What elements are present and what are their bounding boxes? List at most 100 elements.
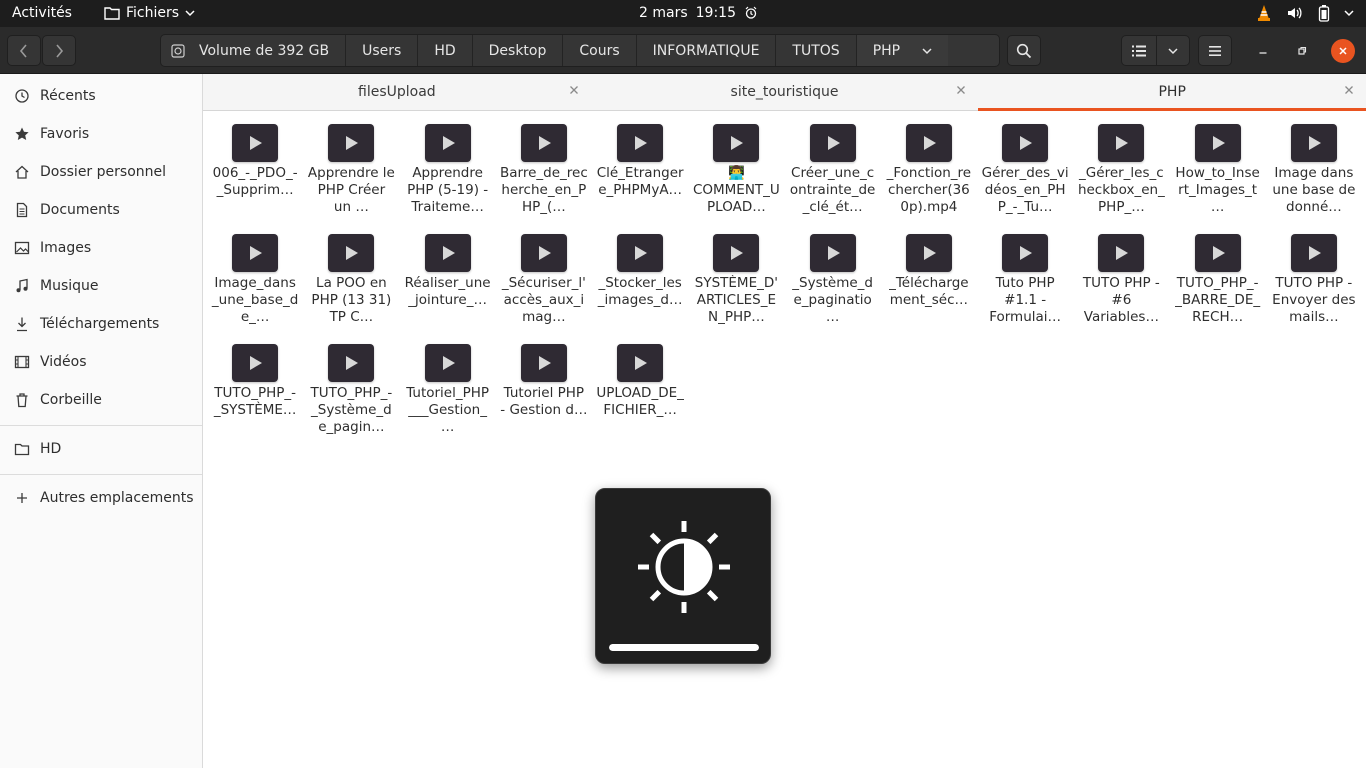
sidebar-item-label: Dossier personnel [40, 164, 167, 180]
crumb-volume[interactable]: Volume de 392 GB [161, 35, 347, 66]
search-icon [1016, 43, 1032, 58]
sidebar-item-music[interactable]: Musique [0, 267, 202, 305]
sidebar-item-downloads[interactable]: Téléchargements [0, 305, 202, 343]
crumb-users[interactable]: Users [346, 35, 419, 66]
play-icon [1212, 136, 1225, 150]
view-options-button[interactable] [1156, 35, 1190, 66]
activities-button[interactable]: Activités [12, 5, 72, 21]
path-bar[interactable]: Volume de 392 GB Users HD Desktop Cours … [160, 34, 1000, 67]
crumb-label: PHP [872, 42, 901, 59]
file-item[interactable]: Tutoriel_PHP___Gestion_… [400, 340, 496, 450]
battery-icon[interactable] [1318, 4, 1330, 22]
close-tab-icon[interactable] [1344, 83, 1354, 99]
sidebar-item-trash[interactable]: Corbeille [0, 381, 202, 419]
sidebar-item-recents[interactable]: Récents [0, 77, 202, 115]
file-item[interactable]: _Gérer_les_checkbox_en_PHP_… [1073, 120, 1169, 230]
file-item[interactable]: Barre_de_recherche_en_PHP_(… [496, 120, 592, 230]
sidebar-item-label: Corbeille [40, 392, 102, 408]
play-icon [635, 246, 648, 260]
sidebar-item-hd[interactable]: HD [0, 430, 202, 468]
file-item[interactable]: TUTO_PHP_-_SYSTÈME… [207, 340, 303, 450]
clock[interactable]: 2 mars 19:15 [639, 5, 758, 21]
tab-bar: filesUpload site_touristique PHP [203, 74, 1366, 111]
file-item[interactable]: SYSTÈME_D'ARTICLES_EN_PHP… [688, 230, 784, 340]
back-button[interactable] [7, 35, 41, 66]
file-item[interactable]: Tuto PHP #1.1 - Formulai… [977, 230, 1073, 340]
crumb-tutos[interactable]: TUTOS [776, 35, 857, 66]
file-name: La POO en PHP (13 31) TP C… [311, 275, 392, 325]
maximize-button[interactable] [1290, 39, 1314, 63]
file-item[interactable]: UPLOAD_DE_FICHIER_… [592, 340, 688, 450]
file-item[interactable]: _Télécharge ment_séc… [881, 230, 977, 340]
file-item[interactable]: 006_-_PDO_-_Supprim… [207, 120, 303, 230]
file-item[interactable]: Image_dans_une_base_de_… [207, 230, 303, 340]
file-item[interactable]: _Stocker_les_images_d… [592, 230, 688, 340]
list-view-button[interactable] [1121, 35, 1157, 66]
file-item[interactable]: Gérer_des_vidéos_en_PHP_-_Tu… [977, 120, 1073, 230]
file-item[interactable]: Créer_une_contrainte_de_clé_ét… [785, 120, 881, 230]
video-thumbnail-icon [328, 234, 375, 272]
file-item[interactable]: TUTO_PHP_-_BARRE_DE_RECH… [1170, 230, 1266, 340]
file-item[interactable]: _Système_de_paginatio… [785, 230, 881, 340]
sidebar-item-other-locations[interactable]: Autres emplacements [0, 479, 202, 517]
crumb-desktop[interactable]: Desktop [473, 35, 564, 66]
sidebar-item-images[interactable]: Images [0, 229, 202, 267]
app-menu[interactable]: Fichiers [104, 5, 195, 21]
close-window-button[interactable] [1331, 39, 1355, 63]
forward-button[interactable] [42, 35, 76, 66]
vlc-icon[interactable] [1256, 4, 1272, 22]
play-icon [1308, 246, 1321, 260]
tab-filesupload[interactable]: filesUpload [203, 74, 591, 110]
close-tab-icon[interactable] [569, 83, 579, 99]
file-name: TUTO_PHP_-_BARRE_DE_RECH… [1175, 275, 1261, 325]
search-button[interactable] [1007, 35, 1041, 66]
file-name: SYSTÈME_D'ARTICLES_EN_PHP… [694, 275, 778, 325]
file-item[interactable]: Clé_Etrangere_PHPMyA… [592, 120, 688, 230]
file-item[interactable]: 👨‍💻 COMMENT_UPLOAD… [688, 120, 784, 230]
sidebar-item-home[interactable]: Dossier personnel [0, 153, 202, 191]
play-icon [346, 356, 359, 370]
play-icon [538, 356, 551, 370]
video-thumbnail-icon [328, 124, 375, 162]
menu-button[interactable] [1198, 35, 1232, 66]
file-item[interactable]: _Fonction_rechercher(360p).mp4 [881, 120, 977, 230]
file-item[interactable]: Image dans une base de donné… [1266, 120, 1362, 230]
file-name: TUTO_PHP_-_Système_de_pagin… [310, 385, 393, 435]
video-thumbnail-icon [232, 124, 279, 162]
folder-icon [14, 441, 30, 457]
video-thumbnail-icon [1098, 234, 1145, 272]
file-item[interactable]: Réaliser_une_jointure_… [400, 230, 496, 340]
file-item[interactable]: TUTO PHP - #6 Variables… [1073, 230, 1169, 340]
file-item[interactable]: Apprendre PHP (5-19) - Traiteme… [400, 120, 496, 230]
play-icon [923, 246, 936, 260]
brightness-level-fill [609, 644, 759, 651]
document-icon [14, 202, 30, 218]
play-icon [1020, 246, 1033, 260]
tab-site-touristique[interactable]: site_touristique [591, 74, 979, 110]
close-tab-icon[interactable] [956, 83, 966, 99]
chevron-down-icon [1168, 47, 1178, 54]
crumb-php[interactable]: PHP [856, 35, 949, 66]
system-tray[interactable] [1256, 4, 1354, 22]
file-item[interactable]: La POO en PHP (13 31) TP C… [303, 230, 399, 340]
sidebar-item-videos[interactable]: Vidéos [0, 343, 202, 381]
volume-icon[interactable] [1286, 5, 1304, 21]
play-icon [538, 246, 551, 260]
file-item[interactable]: Apprendre le PHP Créer un … [303, 120, 399, 230]
play-icon [1308, 136, 1321, 150]
tab-php[interactable]: PHP [978, 74, 1366, 111]
sidebar-item-favorites[interactable]: Favoris [0, 115, 202, 153]
file-item[interactable]: TUTO PHP - Envoyer des mails… [1266, 230, 1362, 340]
crumb-informatique[interactable]: INFORMATIQUE [637, 35, 777, 66]
crumb-hd[interactable]: HD [418, 35, 473, 66]
file-item[interactable]: TUTO_PHP_-_Système_de_pagin… [303, 340, 399, 450]
sidebar-item-documents[interactable]: Documents [0, 191, 202, 229]
file-item[interactable]: _Sécuriser_l'accès_aux_imag… [496, 230, 592, 340]
video-thumbnail-icon [713, 234, 760, 272]
file-item[interactable]: How_to_Insert_Images_t… [1170, 120, 1266, 230]
tab-label: site_touristique [730, 84, 839, 100]
chevron-down-icon[interactable] [1344, 8, 1354, 18]
file-item[interactable]: Tutoriel PHP - Gestion d… [496, 340, 592, 450]
crumb-cours[interactable]: Cours [563, 35, 637, 66]
minimize-button[interactable] [1251, 39, 1275, 63]
